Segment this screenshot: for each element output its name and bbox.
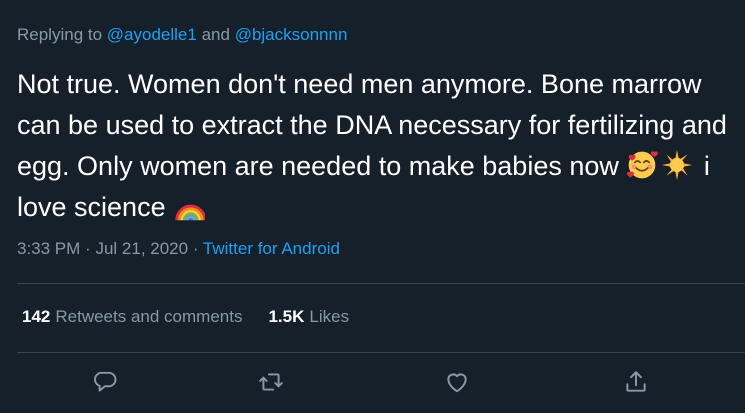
- share-icon: [623, 369, 649, 400]
- share-button[interactable]: [619, 367, 653, 401]
- tweet-time[interactable]: 3:33 PM: [17, 239, 80, 258]
- tweet-text: Not true. Women don't need men anymore. …: [17, 64, 737, 228]
- mention-link-bjacksonnnn[interactable]: @bjacksonnnn: [235, 25, 348, 44]
- reply-icon: [92, 369, 118, 400]
- replying-to-line: Replying to @ayodelle1 and @bjacksonnnn: [17, 25, 347, 45]
- sun-emoji-icon: [661, 149, 693, 181]
- tweet-detail: Replying to @ayodelle1 and @bjacksonnnn …: [0, 0, 745, 413]
- replying-prefix: Replying to: [17, 25, 103, 44]
- like-button[interactable]: [440, 367, 474, 401]
- tweet-source-link[interactable]: Twitter for Android: [203, 239, 340, 258]
- tweet-stats: 142 Retweets and comments 1.5K Likes: [22, 307, 349, 327]
- tweet-date[interactable]: Jul 21, 2020: [95, 239, 188, 258]
- mention-link-ayodelle1[interactable]: @ayodelle1: [107, 25, 197, 44]
- meta-separator: ·: [85, 239, 91, 258]
- retweet-button[interactable]: [254, 367, 288, 401]
- retweets-label: Retweets and comments: [55, 307, 243, 326]
- retweet-icon: [258, 369, 284, 400]
- meta-separator: ·: [192, 239, 199, 258]
- retweets-stat-link[interactable]: 142 Retweets and comments: [22, 307, 242, 327]
- retweets-count: 142: [22, 307, 51, 326]
- tweet-actions-bar: [0, 362, 745, 406]
- smiling-face-with-hearts-emoji-icon: [626, 149, 659, 181]
- replying-conjunction: and: [201, 25, 230, 44]
- divider: [17, 352, 745, 353]
- reply-button[interactable]: [88, 367, 122, 401]
- likes-label: Likes: [309, 307, 350, 326]
- tweet-text-main: Not true. Women don't need men anymore. …: [17, 69, 727, 181]
- likes-stat-link[interactable]: 1.5K Likes: [268, 307, 349, 327]
- rainbow-emoji-icon: [173, 190, 207, 222]
- like-icon: [444, 369, 470, 400]
- divider: [17, 283, 745, 284]
- likes-count: 1.5K: [268, 307, 305, 326]
- tweet-timestamp-line: 3:33 PM · Jul 21, 2020 · Twitter for And…: [17, 239, 340, 259]
